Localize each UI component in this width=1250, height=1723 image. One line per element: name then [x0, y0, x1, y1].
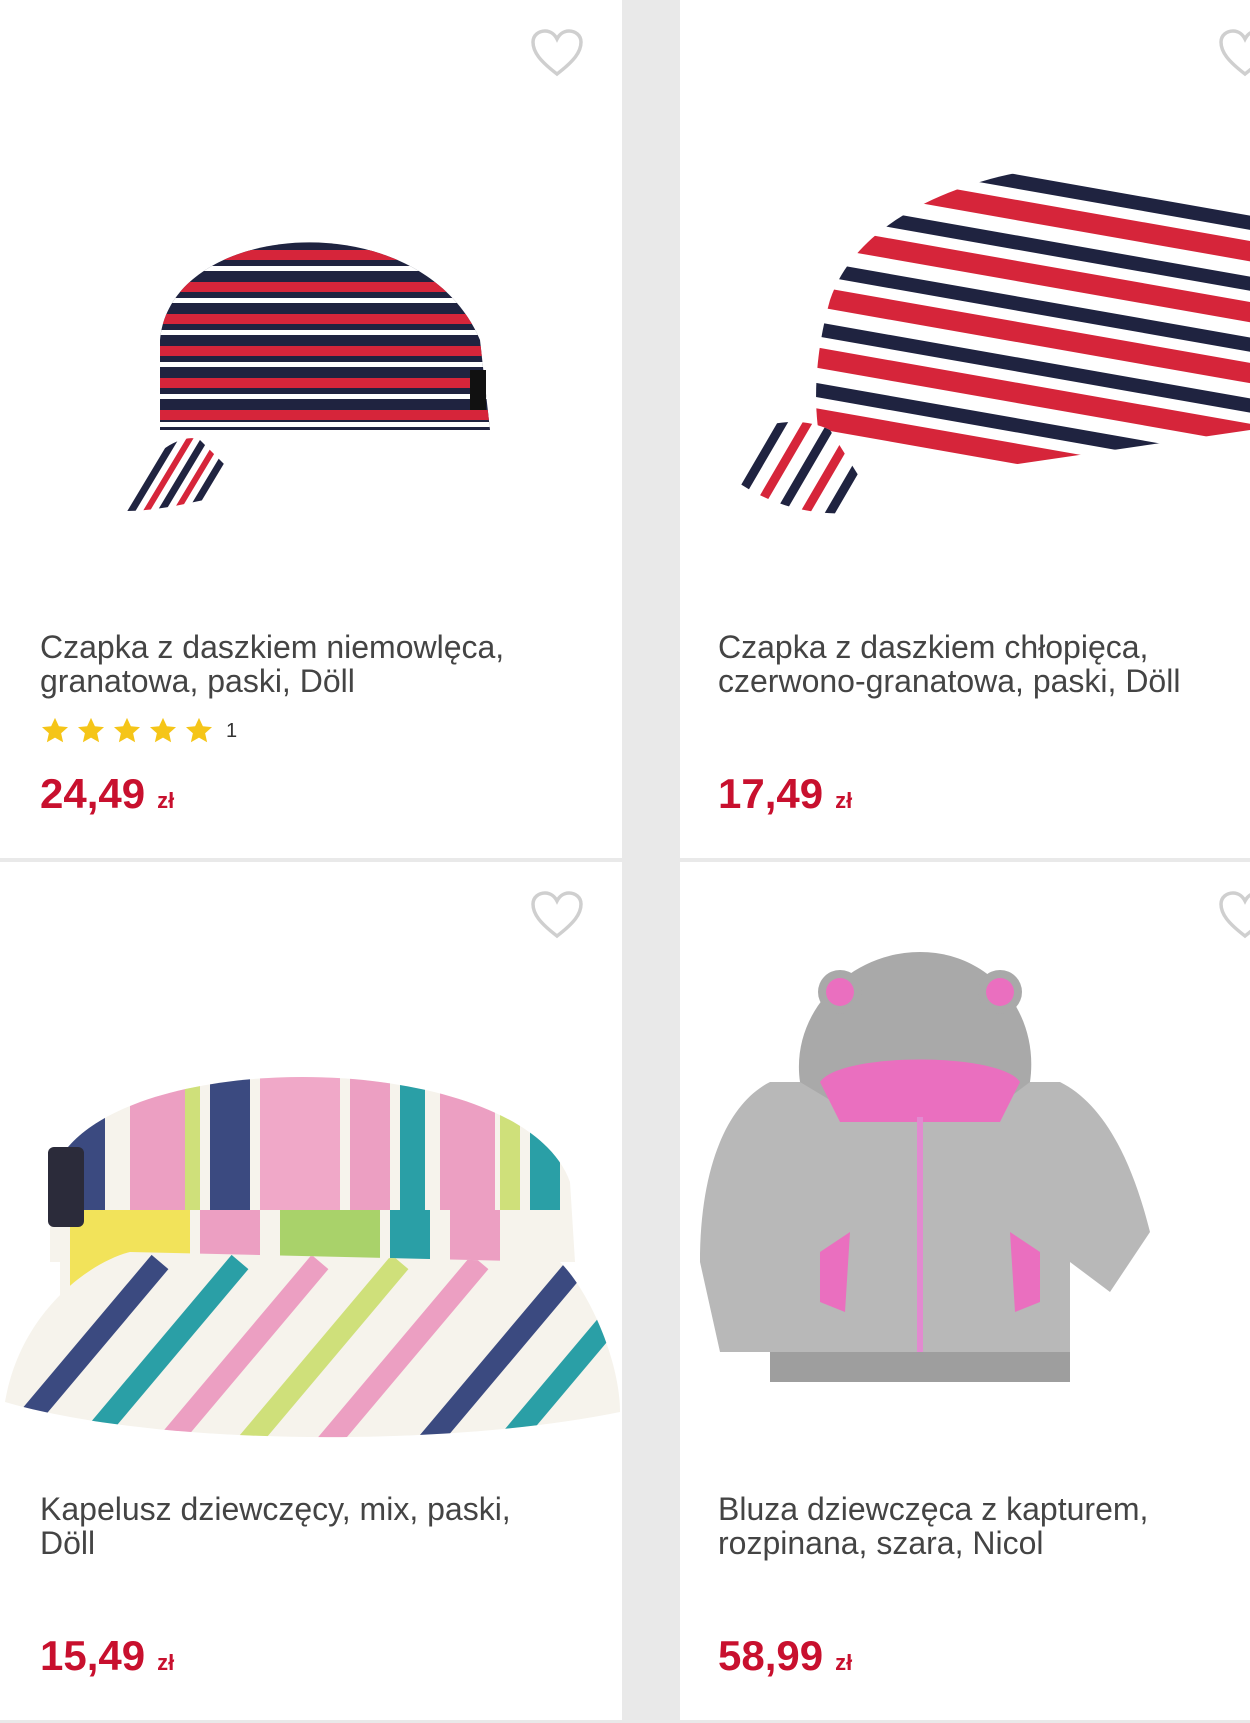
price-value: 58,99	[718, 1632, 824, 1679]
price-value: 17,49	[718, 770, 824, 817]
price-currency: zł	[835, 788, 853, 813]
product-card[interactable]: Bluza dziewczęca z kapturem, rozpinana, …	[680, 862, 1250, 1720]
price-currency: zł	[157, 788, 175, 813]
product-image-bucket-hat[interactable]	[0, 932, 622, 1452]
product-title[interactable]: Bluza dziewczęca z kapturem, rozpinana, …	[718, 1492, 1248, 1560]
price-value: 15,49	[40, 1632, 146, 1679]
price-value: 24,49	[40, 770, 146, 817]
price: 24,49 zł	[40, 770, 174, 818]
price: 15,49 zł	[40, 1632, 174, 1680]
price: 58,99 zł	[718, 1632, 852, 1680]
star-icon	[184, 716, 214, 746]
product-image-striped-cap[interactable]	[680, 70, 1250, 590]
product-title[interactable]: Kapelusz dziewczęcy, mix, paski, Döll	[40, 1492, 600, 1560]
price-currency: zł	[157, 1650, 175, 1675]
product-image-hoodie[interactable]	[680, 932, 1250, 1452]
price-currency: zł	[835, 1650, 853, 1675]
star-icon	[40, 716, 70, 746]
product-card[interactable]: Czapka z daszkiem chłopięca, czerwono-gr…	[680, 0, 1250, 858]
product-image-striped-cap[interactable]	[0, 70, 622, 590]
rating-count: 1	[226, 719, 238, 742]
star-icon	[112, 716, 142, 746]
product-card[interactable]: Kapelusz dziewczęcy, mix, paski, Döll 15…	[0, 862, 622, 1720]
product-title[interactable]: Czapka z daszkiem niemowlęca, granatowa,…	[40, 630, 600, 698]
rating: 1	[40, 714, 237, 748]
star-icon	[148, 716, 178, 746]
product-card[interactable]: Czapka z daszkiem niemowlęca, granatowa,…	[0, 0, 622, 858]
product-grid: Czapka z daszkiem niemowlęca, granatowa,…	[0, 0, 1250, 1723]
star-icon	[76, 716, 106, 746]
price: 17,49 zł	[718, 770, 852, 818]
product-title[interactable]: Czapka z daszkiem chłopięca, czerwono-gr…	[718, 630, 1248, 698]
